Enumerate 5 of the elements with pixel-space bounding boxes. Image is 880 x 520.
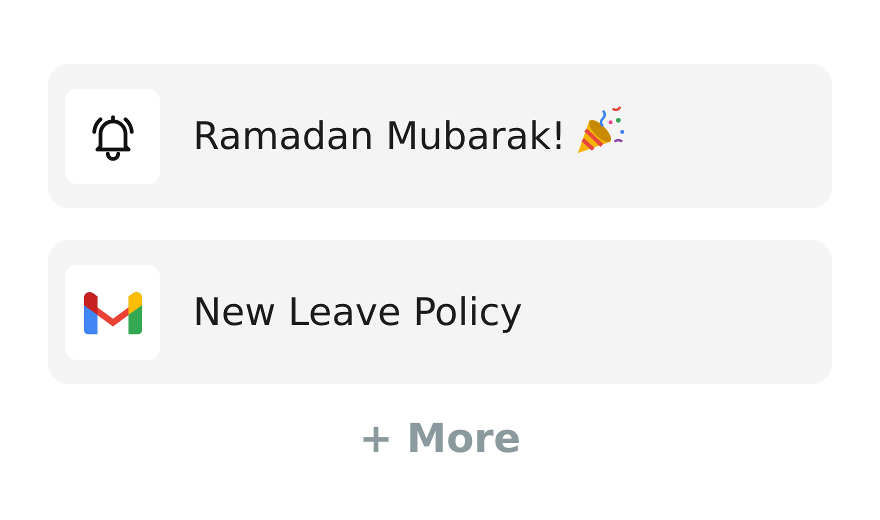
notification-title: Ramadan Mubarak! (193, 114, 566, 158)
notification-title: New Leave Policy (193, 290, 522, 334)
mail-logo-icon (84, 289, 142, 335)
notification-card[interactable]: New Leave Policy (48, 240, 832, 384)
notification-card[interactable]: Ramadan Mubarak! (48, 64, 832, 208)
